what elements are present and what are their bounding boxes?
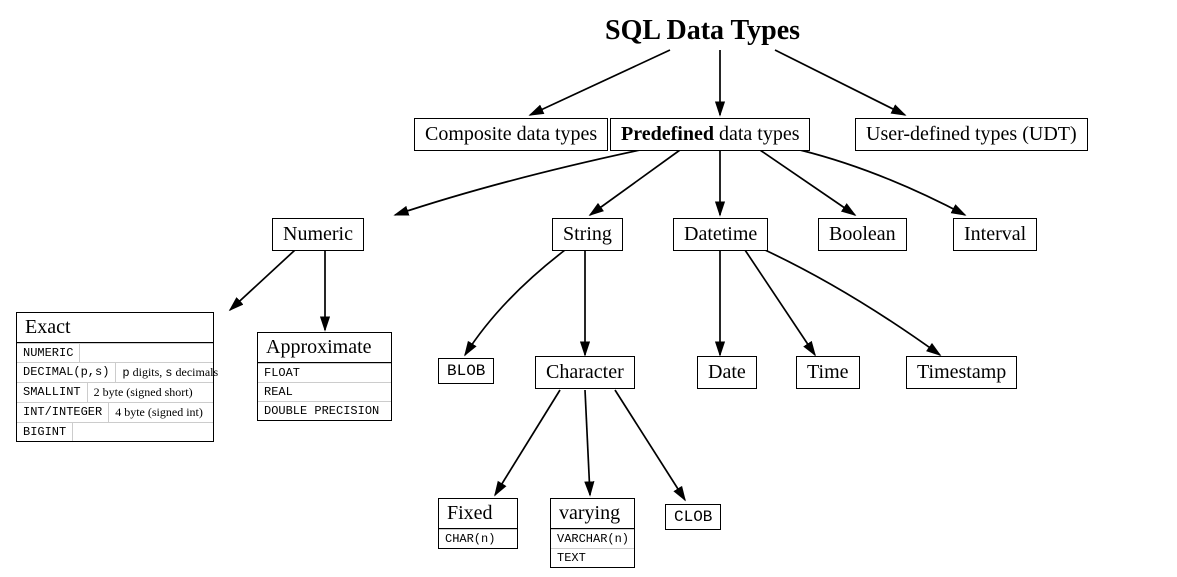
exact-type: BIGINT	[17, 423, 72, 441]
node-time: Time	[796, 356, 860, 389]
table-fixed: Fixed CHAR(n)	[438, 498, 518, 549]
approx-type: DOUBLE PRECISION	[258, 402, 385, 420]
node-timestamp: Timestamp	[906, 356, 1017, 389]
node-datetime: Datetime	[673, 218, 768, 251]
table-fixed-header: Fixed	[439, 499, 517, 529]
table-varying-header: varying	[551, 499, 634, 529]
varying-type: VARCHAR(n)	[551, 530, 635, 548]
fixed-type: CHAR(n)	[439, 530, 501, 548]
exact-desc	[72, 423, 213, 441]
node-character: Character	[535, 356, 635, 389]
table-varying: varying VARCHAR(n) TEXT	[550, 498, 635, 568]
node-predefined: Predefined data types	[610, 118, 810, 151]
exact-type: INT/INTEGER	[17, 403, 108, 422]
exact-desc: 4 byte (signed int)	[108, 403, 213, 422]
exact-type: SMALLINT	[17, 383, 87, 402]
table-exact: Exact NUMERIC DECIMAL(p,s)p digits, s de…	[16, 312, 214, 442]
exact-type: NUMERIC	[17, 344, 79, 362]
node-numeric: Numeric	[272, 218, 364, 251]
exact-desc	[79, 344, 213, 362]
node-blob: BLOB	[438, 358, 494, 384]
node-udt: User-defined types (UDT)	[855, 118, 1088, 151]
table-approximate: Approximate FLOAT REAL DOUBLE PRECISION	[257, 332, 392, 421]
table-approximate-header: Approximate	[258, 333, 391, 363]
exact-type: DECIMAL(p,s)	[17, 363, 115, 382]
node-string: String	[552, 218, 623, 251]
approx-type: REAL	[258, 383, 299, 401]
node-predefined-rest: data types	[714, 123, 800, 145]
node-boolean: Boolean	[818, 218, 907, 251]
node-composite: Composite data types	[414, 118, 608, 151]
varying-type: TEXT	[551, 549, 592, 567]
exact-desc: 2 byte (signed short)	[87, 383, 213, 402]
diagram-title: SQL Data Types	[605, 15, 800, 47]
node-date: Date	[697, 356, 757, 389]
table-exact-header: Exact	[17, 313, 213, 343]
diagram-edges	[0, 0, 1177, 577]
exact-desc: p digits, s decimals	[115, 363, 224, 382]
node-clob: CLOB	[665, 504, 721, 530]
approx-type: FLOAT	[258, 364, 306, 382]
node-interval: Interval	[953, 218, 1037, 251]
node-predefined-bold: Predefined	[621, 123, 714, 145]
